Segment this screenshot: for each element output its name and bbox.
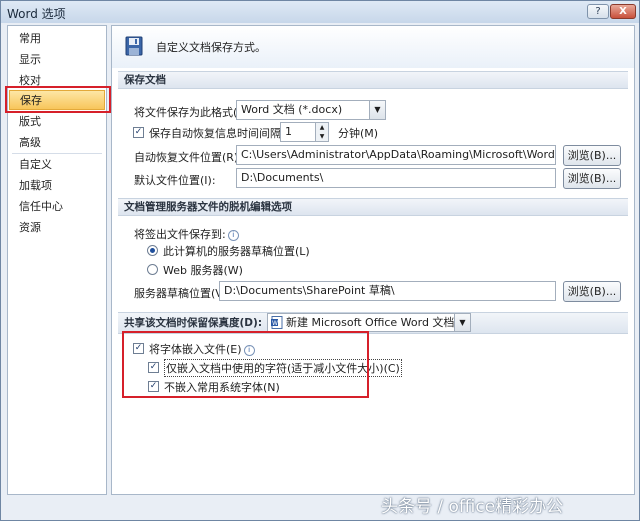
sidebar-item-trust-center[interactable]: 信任中心 bbox=[9, 197, 105, 217]
sidebar-item-resources[interactable]: 资源 bbox=[9, 218, 105, 238]
radio-web-server-label: Web 服务器(W) bbox=[163, 264, 243, 277]
minutes-spinner[interactable]: ▲ ▼ bbox=[316, 122, 329, 142]
autorecover-minutes-input[interactable]: 1 bbox=[280, 122, 316, 142]
format-label: 将文件保存为此格式(F): bbox=[134, 106, 252, 119]
autorecover-checkbox[interactable]: ✓ bbox=[133, 127, 144, 138]
fidelity-document-value: 新建 Microsoft Office Word 文档.docx bbox=[286, 316, 471, 329]
fidelity-document-dropdown[interactable]: W 新建 Microsoft Office Word 文档.docx ▼ bbox=[267, 313, 471, 332]
default-path-input[interactable]: D:\Documents\ bbox=[236, 168, 556, 188]
highlight-box-embed-fonts bbox=[122, 331, 369, 398]
default-path-label: 默认文件位置(I): bbox=[134, 174, 216, 187]
sidebar-item-display[interactable]: 显示 bbox=[9, 50, 105, 70]
word-document-icon: W bbox=[271, 316, 283, 329]
highlight-box-save bbox=[5, 86, 111, 113]
minutes-label: 分钟(M) bbox=[338, 127, 379, 140]
browse-drafts-button[interactable]: 浏览(B)... bbox=[563, 281, 621, 302]
format-value: Word 文档 (*.docx) bbox=[241, 103, 343, 116]
sidebar-item-customize[interactable]: 自定义 bbox=[9, 155, 105, 175]
section-save-documents: 保存文档 bbox=[118, 71, 628, 89]
browse-autorecover-button[interactable]: 浏览(B)... bbox=[563, 145, 621, 166]
info-icon: i bbox=[227, 230, 239, 241]
sidebar-item-addins[interactable]: 加载项 bbox=[9, 176, 105, 196]
close-button[interactable]: X bbox=[610, 4, 636, 19]
radio-web-server[interactable] bbox=[147, 264, 158, 275]
sidebar-divider bbox=[12, 153, 102, 154]
panel-header: 自定义文档保存方式。 bbox=[112, 26, 634, 68]
section-offline-editing: 文档管理服务器文件的脱机编辑选项 bbox=[118, 198, 628, 216]
window-title: Word 选项 bbox=[7, 7, 66, 21]
sidebar-item-advanced[interactable]: 高级 bbox=[9, 133, 105, 153]
format-dropdown[interactable]: Word 文档 (*.docx) ▼ bbox=[236, 100, 386, 120]
checkout-label: 将签出文件保存到: i bbox=[134, 226, 239, 242]
help-button[interactable]: ? bbox=[587, 4, 609, 19]
svg-text:W: W bbox=[272, 320, 278, 327]
autorecover-path-label: 自动恢复文件位置(R): bbox=[134, 151, 242, 164]
title-bar: Word 选项 ? X bbox=[1, 1, 639, 23]
drafts-path-label: 服务器草稿位置(V): bbox=[134, 287, 231, 300]
chevron-down-icon[interactable]: ▼ bbox=[454, 314, 470, 331]
watermark-text: 头条号 / office精彩办公 bbox=[381, 497, 564, 517]
browse-default-button[interactable]: 浏览(B)... bbox=[563, 168, 621, 189]
radio-server-drafts-label: 此计算机的服务器草稿位置(L) bbox=[163, 245, 310, 258]
page-title: 自定义文档保存方式。 bbox=[156, 41, 266, 54]
autorecover-path-input[interactable]: C:\Users\Administrator\AppData\Roaming\M… bbox=[236, 145, 556, 165]
sidebar-item-layout[interactable]: 版式 bbox=[9, 112, 105, 132]
main-panel: 自定义文档保存方式。 保存文档 将文件保存为此格式(F): Word 文档 (*… bbox=[111, 25, 635, 495]
radio-server-drafts[interactable] bbox=[147, 245, 158, 256]
word-options-window: Word 选项 ? X 常用 显示 校对 保存 版式 高级 自定义 加载项 信任… bbox=[0, 0, 640, 521]
drafts-path-input[interactable]: D:\Documents\SharePoint 草稿\ bbox=[219, 281, 556, 301]
chevron-down-icon[interactable]: ▼ bbox=[369, 101, 385, 119]
floppy-disk-icon bbox=[125, 36, 143, 56]
sidebar-item-common[interactable]: 常用 bbox=[9, 29, 105, 49]
autorecover-label: 保存自动恢复信息时间间隔(A) bbox=[149, 127, 298, 140]
